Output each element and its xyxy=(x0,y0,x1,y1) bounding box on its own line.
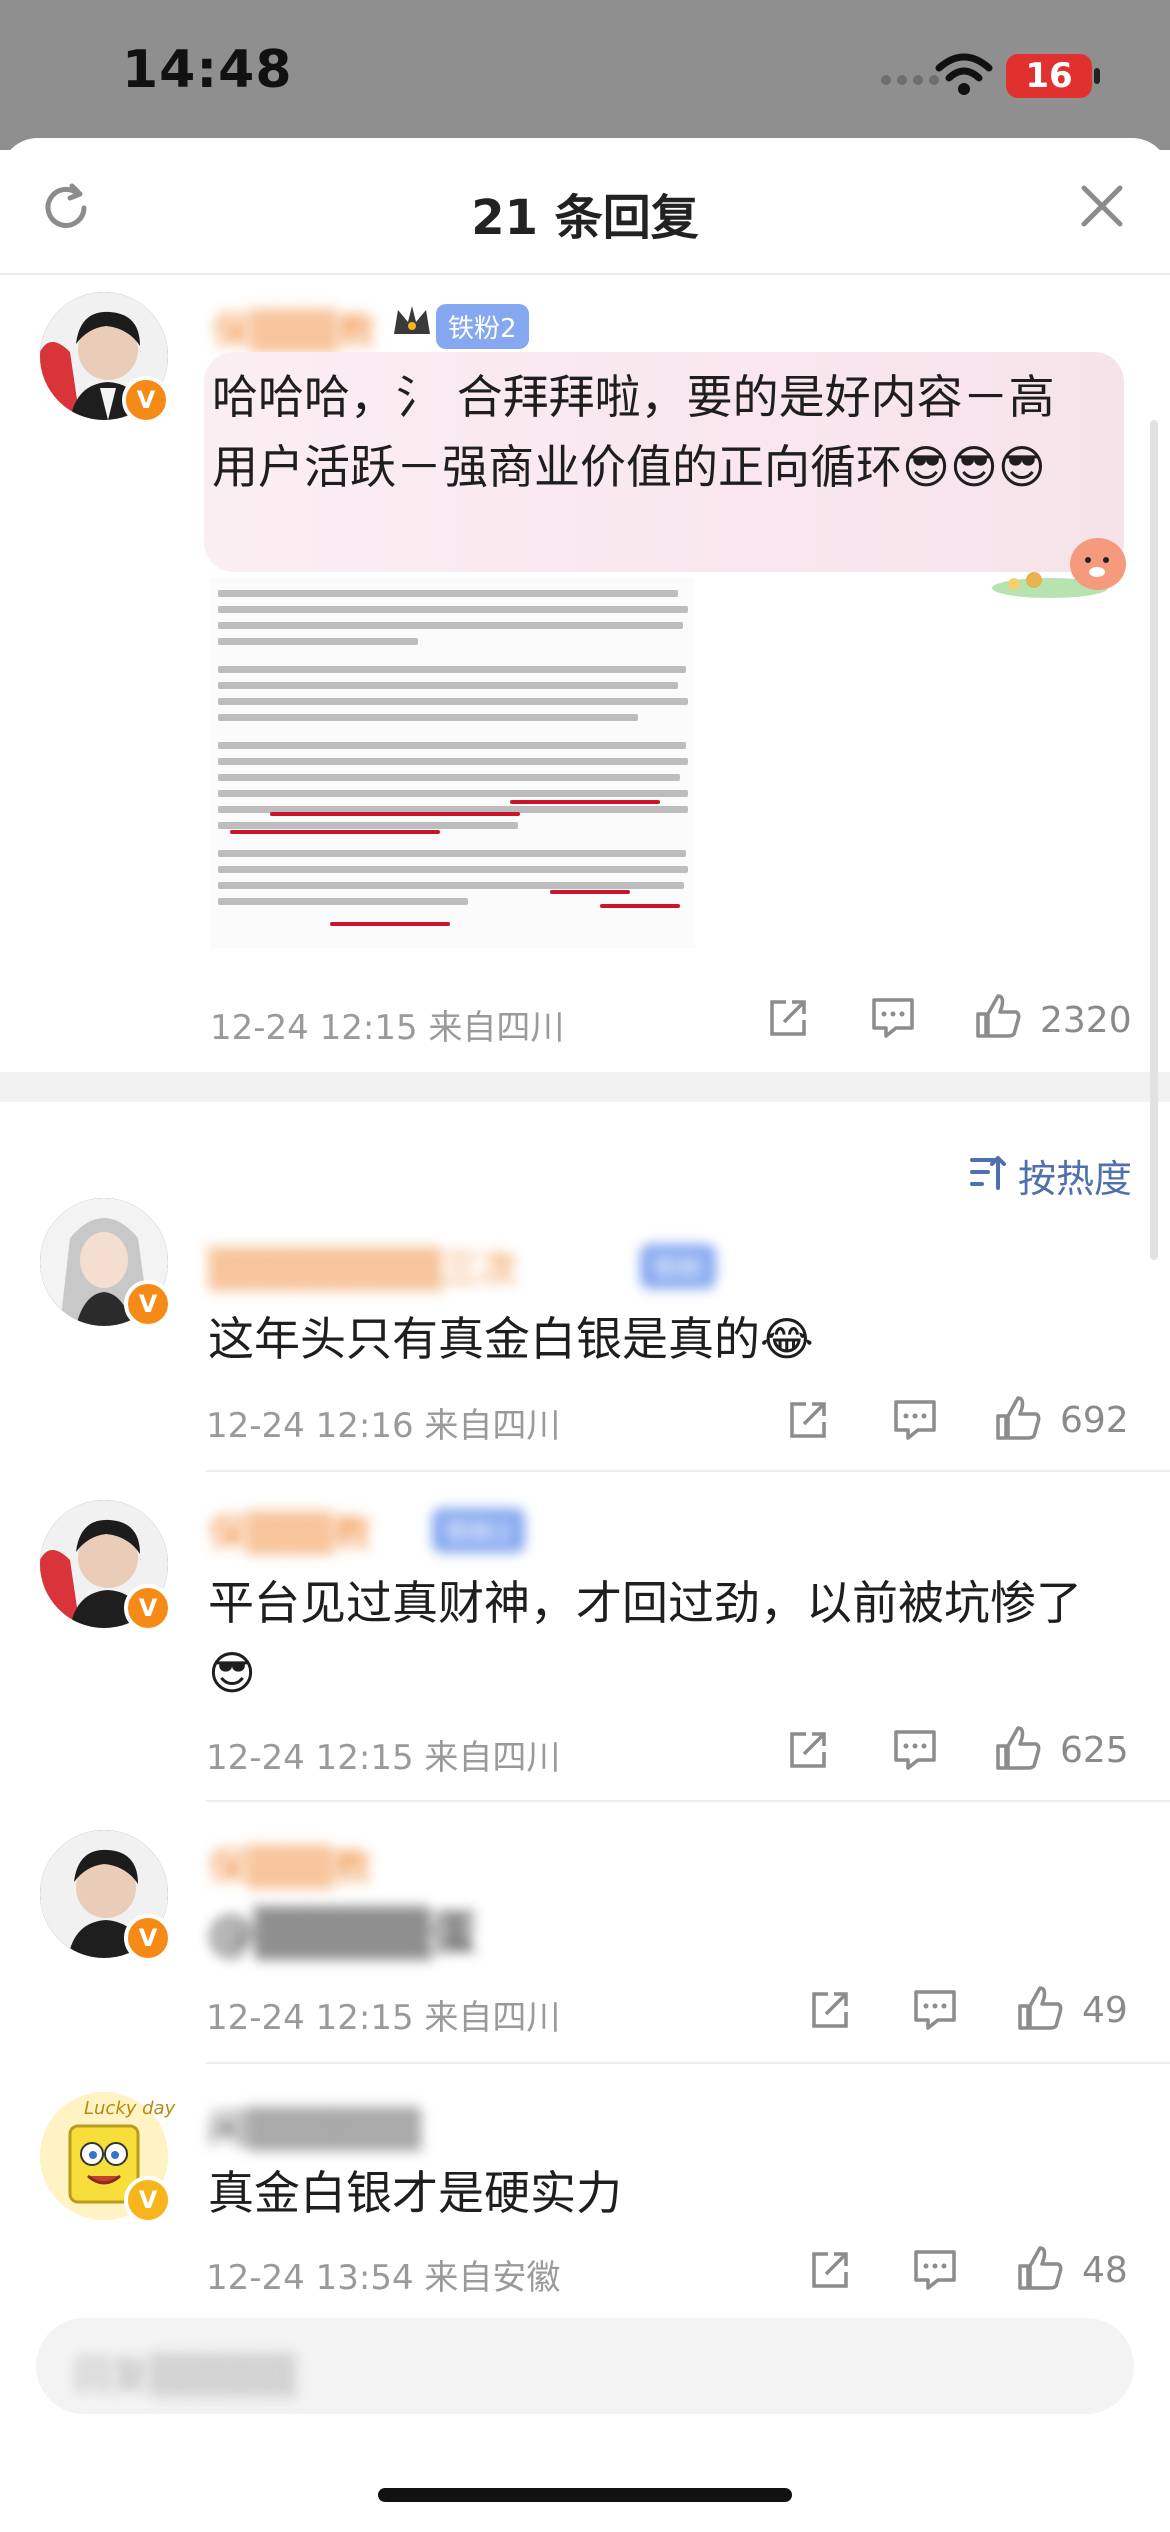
comment-meta: 12-24 12:15 来自四川 xyxy=(206,1738,561,1778)
sort-icon[interactable] xyxy=(968,1152,1008,1196)
section-divider xyxy=(0,1072,1170,1102)
row-divider xyxy=(206,1470,1170,1472)
home-indicator[interactable] xyxy=(378,2488,792,2502)
reply-placeholder: 回复▒▒▒▒▒ xyxy=(74,2353,297,2397)
share-icon[interactable] xyxy=(786,1398,830,1446)
comment-text: @▒▒▒▒▒蛋 xyxy=(208,1906,477,1960)
comment-meta: 12-24 12:15 来自四川 xyxy=(206,1998,561,2038)
fan-badge: 铁粉 xyxy=(640,1244,717,1289)
verified-badge-icon: V xyxy=(124,1914,172,1962)
sheet-title: 21 条回复 xyxy=(471,190,699,246)
verified-badge-icon: V xyxy=(124,1584,172,1632)
battery-level: 16 xyxy=(1006,54,1092,98)
comment-text: 这年头只有真金白银是真的😂 xyxy=(208,1312,814,1366)
verified-badge-icon: V xyxy=(124,1280,172,1328)
scrollbar[interactable] xyxy=(1150,420,1158,1260)
comment-meta: 12-24 12:15 来自四川 xyxy=(210,1008,565,1048)
comment-icon[interactable] xyxy=(892,1398,938,1446)
fan-badge: 铁粉2 xyxy=(432,1508,525,1553)
comment-meta: 12-24 12:16 来自四川 xyxy=(206,1406,561,1446)
username[interactable]: 保▒▒▒教 xyxy=(212,300,376,355)
wifi-icon xyxy=(935,52,993,100)
avatar-caption: Lucky day xyxy=(84,2098,176,2119)
comment-meta: 12-24 13:54 来自安徽 xyxy=(206,2258,561,2298)
comment-icon[interactable] xyxy=(912,2248,958,2296)
share-icon[interactable] xyxy=(808,2248,852,2296)
status-time: 14:48 xyxy=(122,40,293,100)
comment-text: 哈哈哈，氵 合拜拜啦，要的是好内容－高用户活跃－强商业价值的正向循环😎😎😎 xyxy=(212,370,1055,494)
attached-image[interactable] xyxy=(210,578,695,948)
username[interactable]: 保▒▒▒教 xyxy=(208,1836,372,1891)
username[interactable]: 闲▒▒▒▒▒▒ xyxy=(208,2098,421,2153)
comment-text: 真金白银才是硬实力 xyxy=(208,2166,622,2220)
comment-icon[interactable] xyxy=(892,1728,938,1776)
like-icon[interactable] xyxy=(994,1394,1042,1446)
like-icon[interactable] xyxy=(974,992,1022,1044)
comment-icon[interactable] xyxy=(870,996,916,1044)
username[interactable]: 保▒▒▒教 xyxy=(208,1502,372,1557)
crown-icon xyxy=(390,300,434,344)
refresh-icon[interactable] xyxy=(38,180,94,240)
share-icon[interactable] xyxy=(808,1988,852,2036)
sticker-decoration xyxy=(990,530,1140,604)
share-icon[interactable] xyxy=(766,996,810,1044)
comment-text: 平台见过真财神，才回过劲，以前被坑惨了😎 xyxy=(208,1576,1082,1700)
like-icon[interactable] xyxy=(1016,1984,1064,2036)
verified-badge-icon: V xyxy=(122,376,170,424)
share-icon[interactable] xyxy=(786,1728,830,1776)
like-count: 48 xyxy=(1082,2250,1128,2291)
row-divider xyxy=(206,2062,1170,2064)
like-icon[interactable] xyxy=(994,1724,1042,1776)
like-icon[interactable] xyxy=(1016,2244,1064,2296)
signal-icon xyxy=(880,70,940,94)
like-count: 625 xyxy=(1060,1730,1129,1771)
like-count: 2320 xyxy=(1040,1000,1132,1041)
username[interactable]: ▒▒▒▒▒▒▒▒三次 xyxy=(208,1238,518,1293)
like-count: 692 xyxy=(1060,1400,1129,1441)
verified-badge-icon: V xyxy=(124,2176,172,2224)
battery-tip xyxy=(1094,68,1100,84)
close-icon[interactable] xyxy=(1080,184,1124,232)
comment-icon[interactable] xyxy=(912,1988,958,2036)
sort-label[interactable]: 按热度 xyxy=(1018,1148,1132,1203)
row-divider xyxy=(206,1800,1170,1802)
like-count: 49 xyxy=(1082,1990,1128,2031)
fan-badge: 铁粉2 xyxy=(436,304,529,349)
